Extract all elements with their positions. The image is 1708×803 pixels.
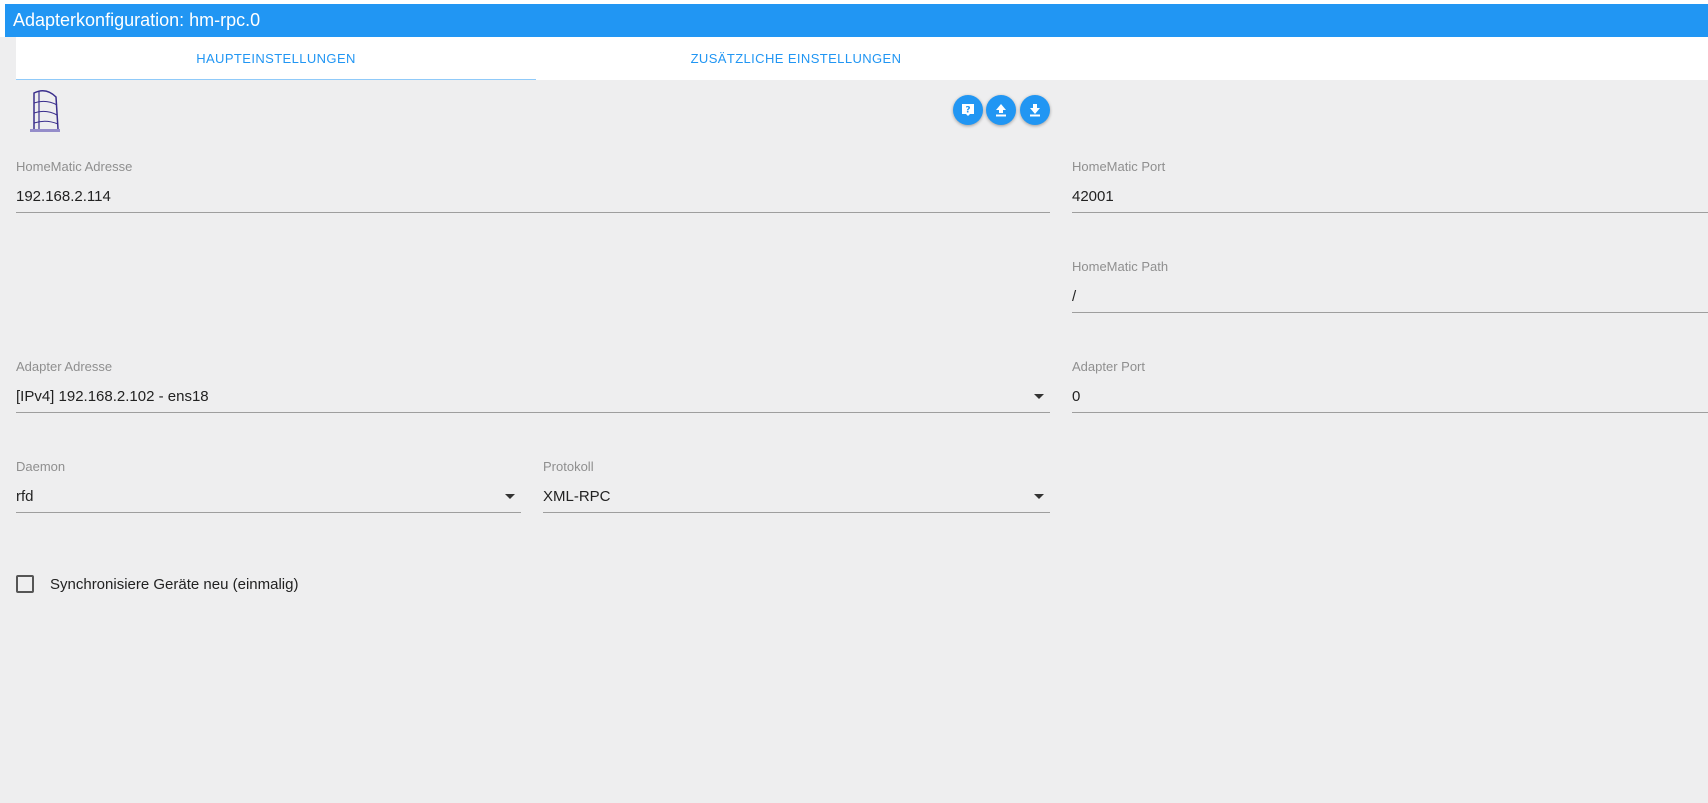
adapter-address-field: Adapter Adresse [IPv4] 192.168.2.102 - e…	[16, 359, 1050, 413]
daemon-value: rfd	[16, 488, 34, 505]
sync-devices-row: Synchronisiere Geräte neu (einmalig)	[16, 572, 298, 596]
homematic-address-label: HomeMatic Adresse	[16, 159, 133, 174]
daemon-select[interactable]: rfd	[16, 487, 521, 513]
sync-devices-label[interactable]: Synchronisiere Geräte neu (einmalig)	[50, 576, 298, 593]
help-button[interactable]: ?	[953, 95, 983, 125]
adapter-port-label: Adapter Port	[1072, 359, 1145, 374]
tab-main-settings[interactable]: HAUPTEINSTELLUNGEN	[16, 37, 536, 80]
homematic-address-input[interactable]: 192.168.2.114	[16, 187, 1050, 213]
homematic-logo	[30, 90, 60, 132]
homematic-path-label: HomeMatic Path	[1072, 259, 1169, 274]
upload-button[interactable]	[986, 95, 1016, 125]
config-panel: HAUPTEINSTELLUNGEN ZUSÄTZLICHE EINSTELLU…	[0, 37, 1708, 803]
svg-text:?: ?	[965, 106, 970, 116]
upload-icon	[996, 104, 1006, 117]
dropdown-caret-icon	[505, 494, 515, 499]
adapter-port-input[interactable]: 0	[1072, 387, 1708, 413]
homematic-port-field: HomeMatic Port 42001	[1072, 159, 1708, 213]
protocol-field: Protokoll XML-RPC	[543, 459, 1050, 513]
dropdown-caret-icon	[1034, 494, 1044, 499]
homematic-port-label: HomeMatic Port	[1072, 159, 1166, 174]
help-icon: ?	[962, 104, 974, 116]
protocol-select[interactable]: XML-RPC	[543, 487, 1050, 513]
tab-additional-settings[interactable]: ZUSÄTZLICHE EINSTELLUNGEN	[536, 37, 1056, 80]
tab-bar: HAUPTEINSTELLUNGEN ZUSÄTZLICHE EINSTELLU…	[16, 37, 1708, 80]
sync-devices-checkbox[interactable]	[16, 575, 34, 593]
adapter-port-field: Adapter Port 0	[1072, 359, 1708, 413]
adapter-address-label: Adapter Adresse	[16, 359, 113, 374]
window-title: Adapterkonfiguration: hm-rpc.0	[13, 10, 261, 30]
download-button[interactable]	[1020, 95, 1050, 125]
homematic-path-input[interactable]: /	[1072, 287, 1708, 313]
homematic-path-field: HomeMatic Path /	[1072, 259, 1708, 313]
daemon-field: Daemon rfd	[16, 459, 521, 513]
protocol-value: XML-RPC	[543, 488, 611, 505]
homematic-address-field: HomeMatic Adresse 192.168.2.114	[16, 159, 1050, 213]
adapter-address-value: [IPv4] 192.168.2.102 - ens18	[16, 388, 209, 405]
adapter-address-select[interactable]: [IPv4] 192.168.2.102 - ens18	[16, 387, 1050, 413]
download-icon	[1030, 104, 1040, 117]
homematic-port-input[interactable]: 42001	[1072, 187, 1708, 213]
protocol-label: Protokoll	[543, 459, 594, 474]
window-title-bar: Adapterkonfiguration: hm-rpc.0	[5, 4, 1708, 37]
dropdown-caret-icon	[1034, 394, 1044, 399]
daemon-label: Daemon	[16, 459, 66, 474]
